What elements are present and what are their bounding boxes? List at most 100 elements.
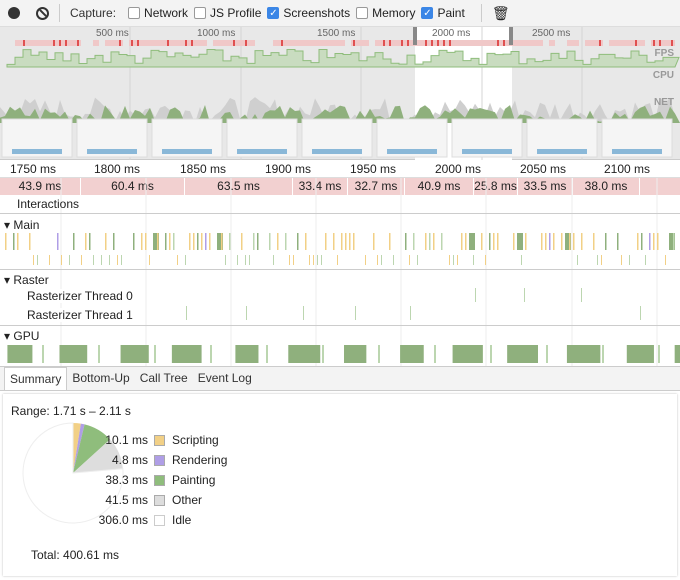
frame-mark — [291, 40, 297, 46]
raster-event — [410, 306, 411, 320]
total-label: Total: 400.61 ms — [31, 548, 120, 562]
trash-icon[interactable]: 🗑 — [492, 5, 510, 22]
gpu-event — [171, 345, 202, 363]
frame-mark — [531, 40, 537, 46]
main-event — [345, 233, 347, 250]
main-event — [57, 233, 59, 250]
clear-icon[interactable] — [36, 6, 49, 20]
legend-item-scripting: 10.1 ms Scripting — [78, 430, 227, 450]
legend-swatch — [154, 454, 165, 466]
frame-mark — [225, 40, 231, 46]
screenshot-content — [12, 149, 62, 154]
gpu-header[interactable]: ▾ GPU — [4, 329, 39, 343]
main-subevent — [33, 255, 34, 265]
toolbar: Capture: Network JS Profile ✓ Screenshots Me… — [0, 0, 680, 27]
frame-mark — [599, 40, 601, 46]
capture-js-profile-checkbox[interactable]: JS Profile — [194, 6, 261, 20]
checkbox-box[interactable] — [128, 7, 141, 19]
tab-summary[interactable]: Summary — [4, 367, 68, 390]
frame-mark — [573, 40, 579, 46]
main-subevent — [621, 255, 622, 265]
main-event — [297, 233, 299, 250]
main-event — [605, 233, 607, 250]
rasterizer-thread-0[interactable]: Rasterizer Thread 0 — [27, 289, 133, 303]
main-event — [573, 233, 575, 250]
frame-mark — [53, 40, 55, 46]
main-event — [441, 233, 443, 250]
main-subevent — [273, 255, 274, 265]
tab-event-log[interactable]: Event Log — [193, 367, 257, 390]
frame-mark — [393, 40, 399, 46]
screenshot-content — [87, 149, 137, 154]
rasterizer-thread-1[interactable]: Rasterizer Thread 1 — [27, 308, 133, 322]
legend-label: Idle — [172, 513, 192, 527]
capture-memory-checkbox[interactable]: Memory — [356, 6, 415, 20]
frame-mark — [33, 40, 39, 46]
capture-screenshots-checkbox[interactable]: ✓ Screenshots — [267, 6, 350, 20]
frame-mark — [141, 40, 147, 46]
main-event — [205, 233, 207, 250]
main-event — [469, 233, 475, 250]
legend-swatch — [154, 494, 165, 506]
overview-graph[interactable] — [0, 27, 680, 160]
main-event — [193, 233, 195, 250]
main-subevent — [417, 255, 418, 265]
frame-mark — [281, 40, 283, 46]
frame-mark — [273, 40, 279, 46]
gpu-event — [602, 345, 604, 363]
gpu-event — [210, 345, 212, 363]
legend-swatch — [154, 474, 165, 486]
tab-bottom-up[interactable]: Bottom-Up — [67, 367, 134, 390]
gpu-event — [434, 345, 436, 363]
checkbox-box[interactable]: ✓ — [267, 7, 280, 19]
main-header[interactable]: ▾ Main — [4, 218, 39, 232]
gpu-event — [546, 345, 548, 363]
raster-header[interactable]: ▾ Raster — [4, 273, 49, 287]
gpu-event — [674, 345, 680, 363]
summary-legend: 10.1 ms Scripting 4.8 ms Rendering 38.3 ms Pa… — [78, 430, 228, 530]
frame-mark — [465, 40, 471, 46]
main-event — [189, 233, 191, 250]
main-event — [277, 233, 279, 250]
frame-mark — [285, 40, 291, 46]
main-event — [413, 233, 415, 250]
tab-call-tree[interactable]: Call Tree — [135, 367, 193, 390]
interactions-header[interactable]: Interactions — [17, 197, 79, 211]
screenshot-content — [162, 149, 212, 154]
frame-mark — [503, 40, 505, 46]
capture-network-checkbox[interactable]: Network — [128, 6, 188, 20]
gpu-event — [626, 345, 654, 363]
timeline-overview[interactable]: 500 ms 1000 ms 1500 ms 2000 ms 2500 ms FPS C… — [0, 27, 680, 160]
main-subevent — [149, 255, 150, 265]
fps-label: FPS — [654, 48, 674, 59]
frame-mark — [23, 40, 25, 46]
record-icon[interactable] — [8, 7, 20, 19]
main-subevent — [81, 255, 82, 265]
main-event — [229, 233, 231, 250]
summary-panel: Range: 1.71 s – 2.11 s 10.1 ms Scripting 4… — [3, 394, 677, 576]
gpu-event — [266, 345, 268, 363]
capture-paint-checkbox[interactable]: ✓ Paint — [421, 6, 465, 20]
main-event — [353, 233, 355, 250]
frame-mark — [201, 40, 207, 46]
frame-mark — [233, 40, 235, 46]
main-event — [349, 233, 351, 250]
frame-mark — [309, 40, 315, 46]
frame-mark — [585, 40, 591, 46]
main-event — [145, 233, 147, 250]
main-event — [545, 233, 547, 250]
frame-mark — [653, 40, 655, 46]
frame-mark — [177, 40, 183, 46]
frame-mark — [659, 40, 661, 46]
frame-mark — [27, 40, 33, 46]
gpu-event — [7, 345, 33, 363]
checkbox-box[interactable] — [356, 7, 369, 19]
gpu-event — [658, 345, 660, 363]
main-event — [173, 233, 175, 250]
frame-mark — [459, 40, 465, 46]
gpu-event — [490, 345, 492, 363]
checkbox-box[interactable]: ✓ — [421, 7, 434, 19]
checkbox-box[interactable] — [194, 7, 207, 19]
main-event — [569, 233, 571, 250]
main-subevent — [457, 255, 458, 265]
